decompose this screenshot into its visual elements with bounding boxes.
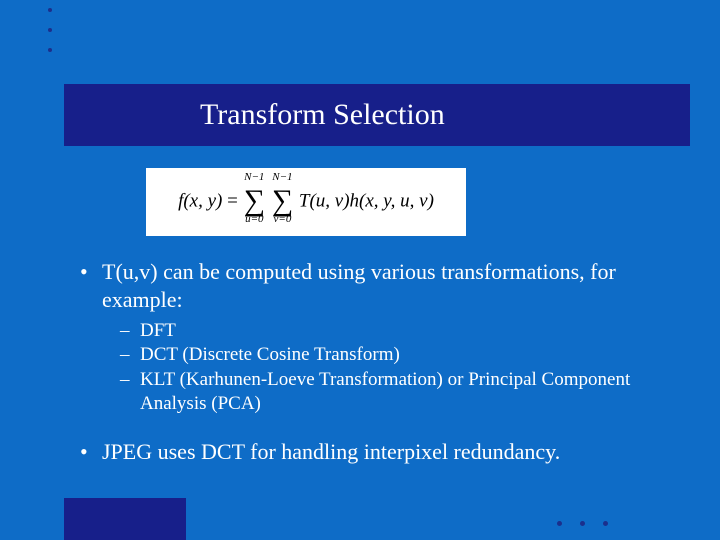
formula: f(x, y) = N−1 ∑ u=0 N−1 ∑ v=0 T(u, v)h(x… — [178, 177, 434, 227]
summation-group: N−1 ∑ u=0 N−1 ∑ v=0 — [243, 177, 295, 227]
sub-bullet-item: KLT (Karhunen-Loeve Transformation) or P… — [120, 368, 662, 417]
footer-accent — [64, 498, 186, 540]
bullet-item: T(u,v) can be computed using various tra… — [80, 258, 662, 313]
slide-title: Transform Selection — [200, 98, 445, 132]
formula-rhs: T(u, v)h(x, y, u, v) — [299, 190, 434, 211]
dot-icon — [557, 521, 562, 526]
sum-lower: v=0 — [272, 213, 293, 225]
sub-bullet-item: DCT (Discrete Cosine Transform) — [120, 343, 662, 367]
sum-upper: N−1 — [272, 171, 293, 183]
slide-body: T(u,v) can be computed using various tra… — [80, 258, 662, 472]
equals-sign: = — [227, 190, 238, 211]
dot-icon — [48, 8, 52, 12]
dot-icon — [48, 28, 52, 32]
sum-upper: N−1 — [244, 171, 265, 183]
title-bar: Transform Selection — [64, 84, 690, 146]
dot-icon — [603, 521, 608, 526]
sum-lower: u=0 — [244, 213, 265, 225]
dot-icon — [580, 521, 585, 526]
sub-bullet-item: DFT — [120, 319, 662, 343]
formula-lhs: f(x, y) — [178, 190, 222, 211]
decorative-dots-top — [48, 8, 52, 68]
bullet-item: JPEG uses DCT for handling interpixel re… — [80, 438, 662, 466]
formula-box: f(x, y) = N−1 ∑ u=0 N−1 ∑ v=0 T(u, v)h(x… — [146, 168, 466, 236]
decorative-dots-bottom — [557, 521, 608, 526]
dot-icon — [48, 48, 52, 52]
summation-2: N−1 ∑ v=0 — [272, 177, 293, 219]
sub-list: DFT DCT (Discrete Cosine Transform) KLT … — [120, 319, 662, 416]
summation-1: N−1 ∑ u=0 — [244, 177, 265, 219]
